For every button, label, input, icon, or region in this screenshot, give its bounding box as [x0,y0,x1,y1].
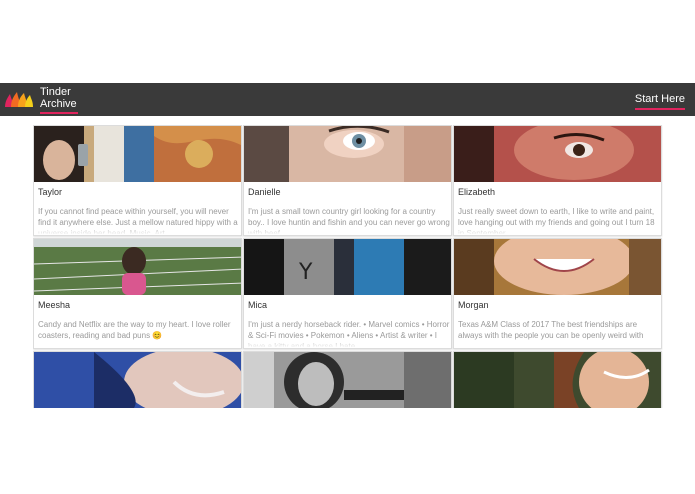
start-here-underline [634,108,685,110]
profile-name: Morgan [458,300,489,310]
bio-fade [454,338,661,348]
profile-name: Elizabeth [458,187,496,197]
navbar: Tinder Archive Start Here [0,83,695,116]
svg-text:Y: Y [298,260,313,285]
profile-photo-image [244,126,451,182]
profile-photo-image [34,239,241,295]
profile-photo: Y [244,239,451,295]
profile-card-mica[interactable]: Y Mica I'm just a nerdy horseback rider.… [243,238,452,349]
profile-photo [34,352,241,408]
profile-photo [34,126,241,182]
profile-photo [244,352,451,408]
profile-photo-image [34,352,241,408]
profile-photo-image [454,352,661,408]
bio-fade [34,225,241,235]
start-here-label: Start Here [634,93,685,105]
bio-fade [244,338,451,348]
profile-grid: Taylor If you cannot find peace within y… [33,125,663,408]
profile-photo-image [454,126,661,182]
profile-photo [454,126,661,182]
profile-card-danielle[interactable]: Danielle I'm just a small town country g… [243,125,452,236]
profile-photo [454,239,661,295]
bio-fade [454,225,661,235]
profile-card-elizabeth[interactable]: Elizabeth Just really sweet down to eart… [453,125,662,236]
brand-title-line1: Tinder [40,86,71,98]
flame-logo-icon [5,92,33,107]
profile-photo [244,126,451,182]
profile-photo-image [454,239,661,295]
profile-card-row3-1[interactable] [33,351,242,408]
profile-photo [454,352,661,408]
start-here-link[interactable]: Start Here [634,93,685,110]
bio-fade [34,338,241,348]
brand-title-line2: Archive [40,98,77,110]
bio-fade [244,225,451,235]
profile-photo [34,239,241,295]
profile-name: Taylor [38,187,63,197]
profile-card-row3-2[interactable] [243,351,452,408]
profile-name: Danielle [248,187,281,197]
brand-link[interactable]: Tinder Archive [40,86,78,114]
brand-underline [40,112,78,114]
profile-card-morgan[interactable]: Morgan Texas A&M Class of 2017 The best … [453,238,662,349]
profile-card-taylor[interactable]: Taylor If you cannot find peace within y… [33,125,242,236]
profile-name: Mica [248,300,268,310]
profile-card-row3-3[interactable] [453,351,662,408]
profile-photo-image [244,352,451,408]
profile-name: Meesha [38,300,71,310]
profile-photo-image [34,126,241,182]
profile-photo-image: Y [244,239,451,295]
profile-card-meesha[interactable]: Meesha Candy and Netflix are the way to … [33,238,242,349]
